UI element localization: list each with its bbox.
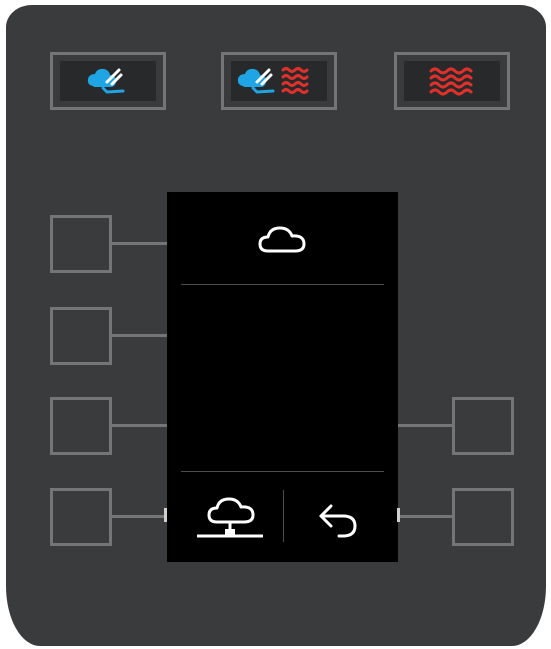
combi-mode-button[interactable] bbox=[221, 52, 337, 110]
left-soft-key-4[interactable] bbox=[50, 488, 112, 546]
right-soft-key-1-connector bbox=[398, 424, 452, 427]
left-soft-key-1-connector bbox=[112, 242, 167, 245]
cloud-icon[interactable] bbox=[258, 223, 308, 257]
left-soft-key-4-connector bbox=[112, 515, 167, 518]
combi-mode-button-face bbox=[231, 61, 327, 101]
display-divider-top bbox=[181, 284, 384, 285]
left-key-4-indicator bbox=[164, 508, 167, 522]
right-soft-key-2[interactable] bbox=[452, 488, 514, 546]
hot-air-mode-button-face bbox=[404, 61, 500, 101]
cloud-network-icon[interactable] bbox=[195, 494, 265, 544]
back-arrow-icon[interactable] bbox=[315, 500, 363, 540]
display-divider-vertical bbox=[283, 490, 284, 542]
combi-steam-hot-air-icon bbox=[237, 67, 309, 94]
display-divider-bottom bbox=[181, 471, 384, 472]
left-soft-key-1[interactable] bbox=[50, 215, 112, 273]
left-soft-key-3[interactable] bbox=[50, 397, 112, 455]
steam-mode-button-face bbox=[60, 61, 156, 101]
hot-air-mode-button[interactable] bbox=[394, 52, 510, 110]
display-screen bbox=[167, 192, 398, 562]
left-soft-key-2[interactable] bbox=[50, 307, 112, 365]
hot-air-icon bbox=[429, 67, 473, 96]
right-soft-key-1[interactable] bbox=[452, 397, 514, 455]
right-soft-key-2-connector bbox=[398, 515, 452, 518]
right-key-2-indicator bbox=[397, 508, 400, 522]
steam-icon bbox=[87, 68, 125, 94]
steam-mode-button[interactable] bbox=[50, 52, 166, 110]
control-panel bbox=[6, 5, 546, 646]
left-soft-key-3-connector bbox=[112, 424, 167, 427]
left-soft-key-2-connector bbox=[112, 334, 167, 337]
